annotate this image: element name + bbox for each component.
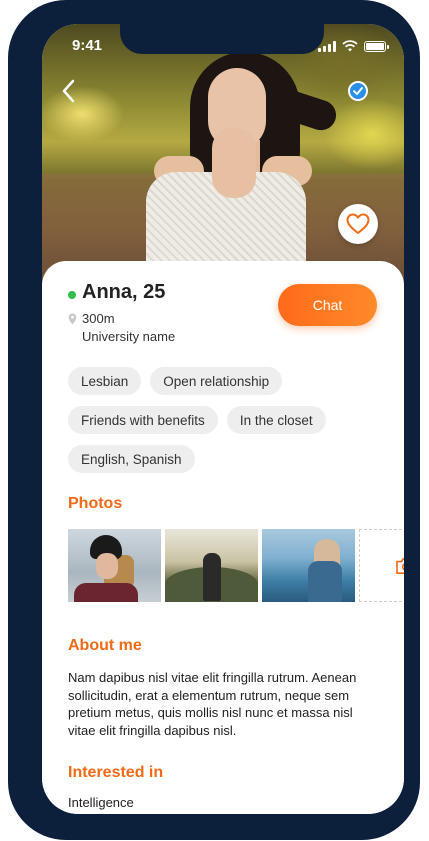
wifi-icon <box>342 40 358 52</box>
battery-icon <box>364 40 389 52</box>
tag-chip[interactable]: Open relationship <box>150 367 283 395</box>
profile-card: Anna, 25 300m University name Chat Lesbi… <box>42 261 404 814</box>
interested-heading: Interested in <box>68 764 164 781</box>
gallery-photo[interactable] <box>262 529 355 602</box>
volume-up-button <box>10 172 20 234</box>
mute-switch <box>10 112 20 146</box>
about-heading: About me <box>68 637 142 654</box>
profile-distance: 300m <box>82 311 115 326</box>
online-status-indicator <box>68 291 76 299</box>
tag-chip[interactable]: Lesbian <box>68 367 142 395</box>
verified-check-icon <box>348 81 368 101</box>
status-bar: 9:41 <box>42 24 404 68</box>
phone-frame: 9:41 Anna, 25 300m University name Chat … <box>8 0 420 840</box>
heart-icon <box>346 213 370 234</box>
gallery-photo[interactable] <box>165 529 258 602</box>
tag-chip[interactable]: Friends with benefits <box>68 406 218 434</box>
about-text: Nam dapibus nisl vitae elit fringilla ru… <box>68 670 357 738</box>
profile-university: University name <box>82 329 176 344</box>
like-button[interactable] <box>338 204 378 244</box>
chevron-left-icon[interactable] <box>58 76 80 106</box>
notch <box>120 24 324 54</box>
gallery-photo[interactable] <box>68 529 161 602</box>
app-screen: 9:41 Anna, 25 300m University name Chat … <box>42 24 404 814</box>
photo-gallery <box>68 529 404 602</box>
location-pin-icon <box>68 313 77 325</box>
add-photo-button[interactable] <box>359 529 404 602</box>
profile-name-age: Anna, 25 <box>82 281 166 303</box>
interest-item: Intelligence <box>68 795 134 810</box>
tag-chip[interactable]: In the closet <box>226 406 326 434</box>
chat-button[interactable]: Chat <box>278 284 377 326</box>
tag-chip[interactable]: English, Spanish <box>68 445 195 473</box>
camera-icon <box>395 557 404 574</box>
power-button <box>410 196 420 292</box>
tag-list: Lesbian Open relationship Friends with b… <box>68 367 398 484</box>
volume-down-button <box>10 250 20 312</box>
photos-heading: Photos <box>68 495 123 512</box>
status-time: 9:41 <box>72 37 103 54</box>
cellular-signal-icon <box>318 40 336 52</box>
